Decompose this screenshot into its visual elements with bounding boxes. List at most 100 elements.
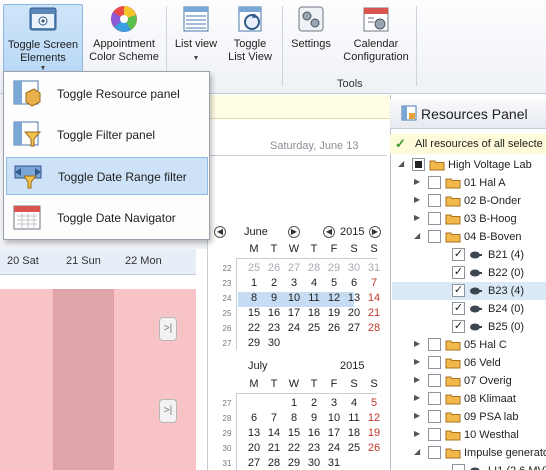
calendar-day[interactable]: 11 [346,412,362,424]
calendar-day[interactable]: 29 [246,337,262,349]
calendar-day[interactable]: 19 [326,307,342,319]
calendar-day[interactable]: 22 [246,322,262,334]
resource-row[interactable]: ✓ B21 (4) [392,246,546,264]
scroll-next-button[interactable]: >| [159,317,177,341]
calendar-day[interactable]: 17 [326,427,342,439]
calendar-day[interactable]: 31 [326,457,342,469]
week-number[interactable]: 26 [220,324,234,333]
toggle-screen-elements-button[interactable]: Toggle Screen Elements ▼ [3,4,83,74]
resource-checkbox[interactable] [428,194,441,207]
calendar-day[interactable]: 4 [346,397,362,409]
resource-row[interactable]: ✓ B24 (0) [392,300,546,318]
resource-checkbox[interactable] [428,338,441,351]
calendar-day[interactable]: 26 [366,442,382,454]
calendar-day[interactable]: 27 [286,262,302,274]
calendar-day[interactable]: 14 [266,427,282,439]
calendar-day[interactable]: 2 [266,277,282,289]
week-number[interactable]: 29 [220,429,234,438]
toggle-list-view-button[interactable]: Toggle List View [225,4,275,64]
calendar-day[interactable]: 1 [286,397,302,409]
calendar-day[interactable]: 11 [306,292,322,304]
resource-checkbox[interactable] [428,212,441,225]
calendar-day[interactable]: 8 [286,412,302,424]
week-number[interactable]: 27 [220,339,234,348]
date-cell[interactable]: 21 Sun [66,255,101,267]
resource-row[interactable]: ✓ B23 (4) [392,282,546,300]
calendar-day[interactable]: 26 [266,262,282,274]
week-number[interactable]: 27 [220,399,234,408]
calendar-day[interactable]: 1 [246,277,262,289]
list-view-button[interactable]: List view ▼ [172,4,220,62]
calendar-day[interactable]: 20 [246,442,262,454]
calendar-day[interactable]: 15 [286,427,302,439]
calendar-day[interactable]: 7 [266,412,282,424]
resource-group-row[interactable]: ▶ 10 Westhal [392,426,546,444]
resource-checkbox[interactable] [428,230,441,243]
calendar-day[interactable]: 7 [366,277,382,289]
expand-icon[interactable]: ▶ [414,213,420,222]
resource-row[interactable]: ✓ B22 (0) [392,264,546,282]
schedule-day-column-highlight[interactable] [53,289,113,470]
calendar-day[interactable]: 23 [306,442,322,454]
expand-icon[interactable]: ▶ [414,429,420,438]
next-month-button[interactable]: ▶ [288,226,300,238]
resource-checkbox[interactable]: ✓ [452,302,465,315]
resource-group-row[interactable]: ▶ 05 Hal C [392,336,546,354]
expand-icon[interactable]: ▶ [414,357,420,366]
calendar-day[interactable]: 24 [326,442,342,454]
calendar-day[interactable]: 10 [326,412,342,424]
calendar-day[interactable]: 9 [266,292,282,304]
prev-month-button[interactable]: ◀ [214,226,226,238]
calendar-day[interactable]: 12 [326,292,342,304]
resource-checkbox[interactable] [412,158,425,171]
next-year-button[interactable]: ▶ [369,226,381,238]
calendar-day[interactable]: 25 [246,262,262,274]
calendar-day[interactable]: 29 [286,457,302,469]
calendar-day[interactable]: 13 [246,427,262,439]
collapse-icon[interactable]: ◢ [398,159,404,168]
resource-checkbox[interactable] [428,356,441,369]
calendar-day[interactable]: 28 [366,322,382,334]
calendar-day[interactable]: 16 [306,427,322,439]
resource-checkbox[interactable]: ✓ [452,266,465,279]
calendar-day[interactable]: 2 [306,397,322,409]
calendar-day[interactable]: 28 [266,457,282,469]
expand-icon[interactable]: ▶ [414,411,420,420]
calendar-day[interactable]: 6 [246,412,262,424]
week-number[interactable]: 22 [220,264,234,273]
calendar-day[interactable]: 3 [286,277,302,289]
calendar-day[interactable]: 20 [346,307,362,319]
calendar-day[interactable]: 5 [326,277,342,289]
resource-group-row[interactable]: ▶ 01 Hal A [392,174,546,192]
calendar-day[interactable]: 24 [286,322,302,334]
collapse-icon[interactable]: ◢ [414,231,420,240]
calendar-day[interactable]: 31 [366,262,382,274]
calendar-day[interactable]: 16 [266,307,282,319]
calendar-day[interactable]: 27 [246,457,262,469]
calendar-day[interactable]: 13 [346,292,362,304]
expand-icon[interactable]: ▶ [414,195,420,204]
scroll-next-button[interactable]: >| [159,399,177,423]
calendar-day[interactable]: 26 [326,322,342,334]
calendar-day[interactable]: 23 [266,322,282,334]
calendar-day[interactable]: 8 [246,292,262,304]
calendar-day[interactable]: 27 [346,322,362,334]
resource-checkbox[interactable] [428,410,441,423]
calendar-day[interactable]: 30 [306,457,322,469]
menu-item-toggle-date-navigator[interactable]: Toggle Date Navigator [6,199,208,237]
resource-checkbox[interactable] [428,446,441,459]
calendar-day[interactable]: 4 [306,277,322,289]
calendar-day[interactable]: 25 [306,322,322,334]
resource-checkbox[interactable] [428,374,441,387]
calendar-day[interactable]: 19 [366,427,382,439]
calendar-day[interactable]: 21 [266,442,282,454]
resource-checkbox[interactable] [452,464,465,470]
calendar-day[interactable]: 5 [366,397,382,409]
resource-group-row[interactable]: ◢ 04 B-Boven [392,228,546,246]
calendar-day[interactable]: 25 [346,442,362,454]
week-number[interactable]: 31 [220,459,234,468]
date-cell[interactable]: 22 Mon [125,255,162,267]
week-number[interactable]: 25 [220,309,234,318]
resource-row[interactable]: LI1 (2.6 MV) [392,462,546,470]
collapse-icon[interactable]: ◢ [414,447,420,456]
